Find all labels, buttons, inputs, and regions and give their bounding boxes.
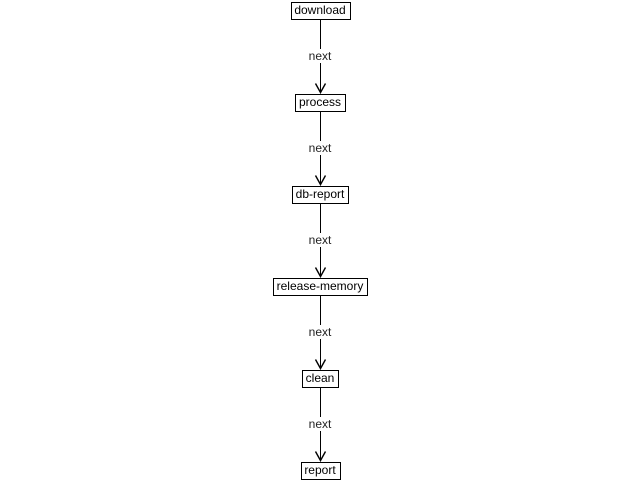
edge-process-to-db-report: next (307, 110, 333, 186)
node-label: process (299, 95, 341, 109)
edge-db-report-to-release-memory: next (307, 202, 333, 278)
node-download[interactable]: download (291, 2, 351, 20)
edge-label: next (309, 325, 332, 339)
node-db-report[interactable]: db-report (292, 186, 349, 204)
node-process[interactable]: process (295, 94, 346, 112)
edge-label: next (309, 141, 332, 155)
edge-label: next (309, 233, 332, 247)
node-release-memory[interactable]: release-memory (273, 278, 368, 296)
node-label: clean (306, 371, 335, 385)
edge-clean-to-report: next (307, 386, 333, 462)
edge-download-to-process: next (307, 18, 333, 94)
node-label: report (304, 463, 336, 477)
node-report[interactable]: report (301, 462, 341, 480)
edge-release-memory-to-clean: next (307, 294, 333, 370)
node-label: release-memory (277, 279, 364, 293)
edge-label: next (309, 49, 332, 63)
edges-layer: next next next next next (307, 18, 333, 462)
node-label: download (294, 3, 345, 17)
workflow-diagram: next next next next next download process db-r… (273, 2, 368, 480)
node-label: db-report (296, 187, 345, 201)
node-clean[interactable]: clean (302, 370, 339, 388)
edge-label: next (309, 417, 332, 431)
